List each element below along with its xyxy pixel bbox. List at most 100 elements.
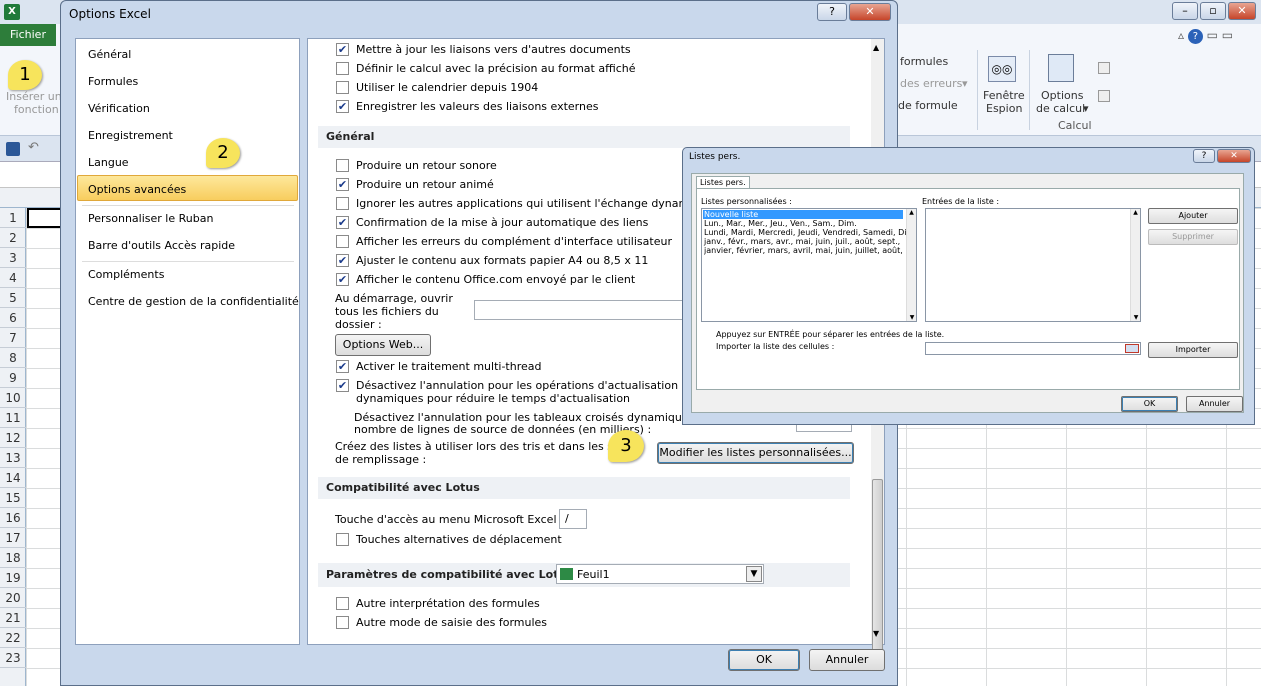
row-number[interactable]: 6 [0, 308, 26, 328]
row-number[interactable]: 15 [0, 488, 26, 508]
ribbon-errors[interactable]: des erreurs [900, 77, 962, 90]
cancel-button[interactable]: Annuler [809, 649, 885, 671]
insert-function-label-2[interactable]: fonction [14, 103, 59, 116]
file-tab[interactable]: Fichier [0, 24, 56, 46]
checkbox[interactable] [336, 81, 349, 94]
import-range-input[interactable] [925, 342, 1141, 355]
checkbox[interactable]: ✔ [336, 360, 349, 373]
checkbox[interactable] [336, 159, 349, 172]
calc-sheet-icon[interactable] [1098, 90, 1110, 102]
excel-minimize-button[interactable]: – [1172, 2, 1198, 20]
row-number[interactable]: 10 [0, 388, 26, 408]
checkbox[interactable]: ✔ [336, 43, 349, 56]
row-number[interactable]: 11 [0, 408, 26, 428]
excel-maximize-button[interactable]: ▫ [1200, 2, 1226, 20]
checkbox[interactable]: ✔ [336, 100, 349, 113]
scroll-up-arrow-icon[interactable]: ▲ [873, 43, 879, 52]
list-item[interactable]: janvier, février, mars, avril, mai, juin… [704, 246, 904, 255]
chevron-down-icon[interactable]: ▼ [746, 566, 762, 582]
checkbox[interactable] [336, 616, 349, 629]
undo-icon[interactable]: ↶ [28, 140, 39, 155]
help-icon[interactable]: ? [1187, 29, 1203, 44]
nav-verification[interactable]: Vérification [88, 102, 150, 115]
row-number[interactable]: 12 [0, 428, 26, 448]
nav-formules[interactable]: Formules [88, 75, 138, 88]
watch-window-label[interactable]: Fenêtre [983, 89, 1025, 102]
calc-now-icon[interactable] [1098, 62, 1110, 74]
ok-button[interactable]: OK [728, 649, 800, 671]
row-number[interactable]: 5 [0, 288, 26, 308]
row-headers: 1 2 3 4 5 6 7 8 9 10 11 12 13 14 15 16 17 18 19 20 21 22 23 [0, 208, 26, 686]
calc-options-arrow[interactable]: ▾ [1083, 102, 1089, 115]
lists-close-button[interactable]: ✕ [1217, 149, 1251, 163]
checkbox[interactable] [336, 597, 349, 610]
row-number[interactable]: 23 [0, 648, 26, 668]
add-button[interactable]: Ajouter [1148, 208, 1238, 224]
row-number[interactable]: 4 [0, 268, 26, 288]
calc-options-label[interactable]: Options [1041, 89, 1083, 102]
checkbox[interactable]: ✔ [336, 178, 349, 191]
ribbon-errors-arrow[interactable]: ▾ [962, 77, 968, 90]
nav-options-avancees[interactable]: Options avancées [88, 183, 186, 196]
lists-ok-button[interactable]: OK [1121, 396, 1178, 412]
row-number[interactable]: 16 [0, 508, 26, 528]
nav-complements[interactable]: Compléments [88, 268, 164, 281]
row-number[interactable]: 2 [0, 228, 26, 248]
row-number[interactable]: 22 [0, 628, 26, 648]
entries-scrollbar[interactable]: ▲ ▼ [1130, 209, 1140, 321]
ribbon-formulas[interactable]: formules [900, 55, 948, 68]
checkbox[interactable]: ✔ [336, 273, 349, 286]
checkbox[interactable]: ✔ [336, 254, 349, 267]
row-number[interactable]: 7 [0, 328, 26, 348]
delete-button: Supprimer [1148, 229, 1238, 245]
row-number[interactable]: 8 [0, 348, 26, 368]
row-number[interactable]: 1 [0, 208, 26, 228]
menu-key-input[interactable]: / [559, 509, 587, 529]
row-number[interactable]: 9 [0, 368, 26, 388]
nav-langue[interactable]: Langue [88, 156, 129, 169]
row-number[interactable]: 14 [0, 468, 26, 488]
lists-help-button[interactable]: ? [1193, 149, 1215, 163]
insert-function-label[interactable]: Insérer un [6, 90, 62, 103]
import-button[interactable]: Importer [1148, 342, 1238, 358]
row-number[interactable]: 21 [0, 608, 26, 628]
custom-lists-listbox[interactable]: Nouvelle liste Lun., Mar., Mer., Jeu., V… [701, 208, 917, 322]
ribbon-separator [977, 50, 978, 130]
scroll-down-arrow-icon[interactable]: ▼ [873, 629, 879, 638]
row-number[interactable]: 17 [0, 528, 26, 548]
row-number[interactable]: 13 [0, 448, 26, 468]
row-number[interactable]: 3 [0, 248, 26, 268]
checkbox[interactable]: ✔ [336, 216, 349, 229]
calc-options-label-2[interactable]: de calcul [1036, 102, 1085, 115]
help-button[interactable]: ? [817, 3, 847, 21]
excel-close-button[interactable]: ✕ [1228, 2, 1256, 20]
list-item[interactable]: Nouvelle liste [703, 210, 903, 219]
list-item[interactable]: janv., févr., mars, avr., mai, juin, jui… [704, 237, 900, 246]
range-selector-icon[interactable] [1125, 344, 1139, 353]
checkbox[interactable]: ✔ [336, 379, 349, 392]
row-number[interactable]: 20 [0, 588, 26, 608]
checkbox[interactable] [336, 533, 349, 546]
edit-custom-lists-button[interactable]: Modifier les listes personnalisées... [657, 442, 854, 464]
lists-cancel-button[interactable]: Annuler [1186, 396, 1243, 412]
list-item[interactable]: Lundi, Mardi, Mercredi, Jeudi, Vendredi,… [704, 228, 914, 237]
checkbox[interactable] [336, 62, 349, 75]
save-icon[interactable] [6, 142, 20, 156]
checkbox[interactable] [336, 197, 349, 210]
listbox-scrollbar[interactable]: ▲ ▼ [906, 209, 916, 321]
nav-barre-acces-rapide[interactable]: Barre d'outils Accès rapide [88, 239, 235, 252]
sheet-select[interactable]: Feuil1 ▼ [556, 564, 764, 584]
nav-personnaliser-ruban[interactable]: Personnaliser le Ruban [88, 212, 213, 225]
close-button[interactable]: ✕ [849, 3, 891, 21]
checkbox[interactable] [336, 235, 349, 248]
row-number[interactable]: 19 [0, 568, 26, 588]
nav-general[interactable]: Général [88, 48, 131, 61]
list-entries-textarea[interactable]: ▲ ▼ [925, 208, 1141, 322]
list-item[interactable]: Lun., Mar., Mer., Jeu., Ven., Sam., Dim. [704, 219, 857, 228]
nav-enregistrement[interactable]: Enregistrement [88, 129, 173, 142]
ribbon-formula[interactable]: de formule [898, 99, 958, 112]
nav-centre-confidentialite[interactable]: Centre de gestion de la confidentialité [88, 295, 299, 308]
row-number[interactable]: 18 [0, 548, 26, 568]
web-options-button[interactable]: Options Web... [335, 334, 431, 356]
watch-window-label-2[interactable]: Espion [986, 102, 1022, 115]
